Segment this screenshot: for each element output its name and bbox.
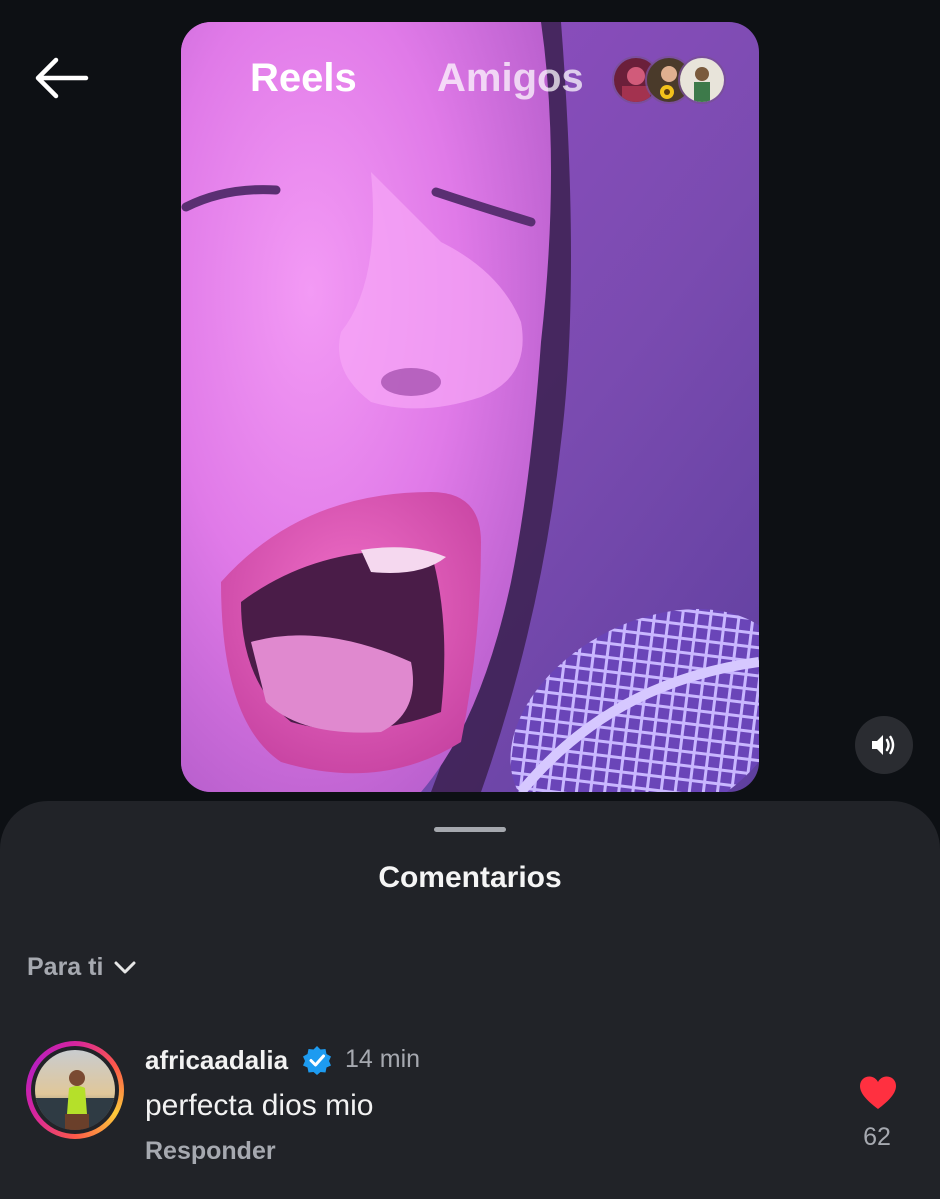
reply-button[interactable]: Responder [145,1137,276,1166]
friends-avatar-stack[interactable] [612,56,726,104]
comment-item: africaadalia 14 min perfecta dios mio Re… [0,1039,940,1179]
sheet-title: Comentarios [378,861,562,894]
tab-reels[interactable]: Reels [250,56,357,101]
sheet-drag-handle[interactable] [434,827,506,832]
friend-avatar [678,56,726,104]
sort-label: Para ti [27,953,104,981]
sort-dropdown[interactable]: Para ti [27,953,137,982]
comments-sheet: Comentarios Para ti africaadalia 14 min … [0,801,940,1199]
heart-icon[interactable] [858,1075,898,1111]
comment-username[interactable]: africaadalia [145,1045,288,1076]
avatar[interactable] [26,1041,124,1139]
reel-video-frame [181,22,759,792]
like-count: 62 [863,1123,891,1151]
sound-toggle-button[interactable] [855,716,913,774]
chevron-down-icon [114,961,136,973]
speaker-icon [872,735,895,755]
reel-video[interactable] [181,22,759,792]
verified-badge-icon [303,1046,331,1075]
avatar-photo [35,1050,115,1130]
feed-tabs: Reels Amigos [0,50,940,110]
tab-amigos[interactable]: Amigos [437,56,584,101]
comment-timestamp: 14 min [345,1045,421,1073]
comment-text: perfecta dios mio [145,1089,374,1122]
